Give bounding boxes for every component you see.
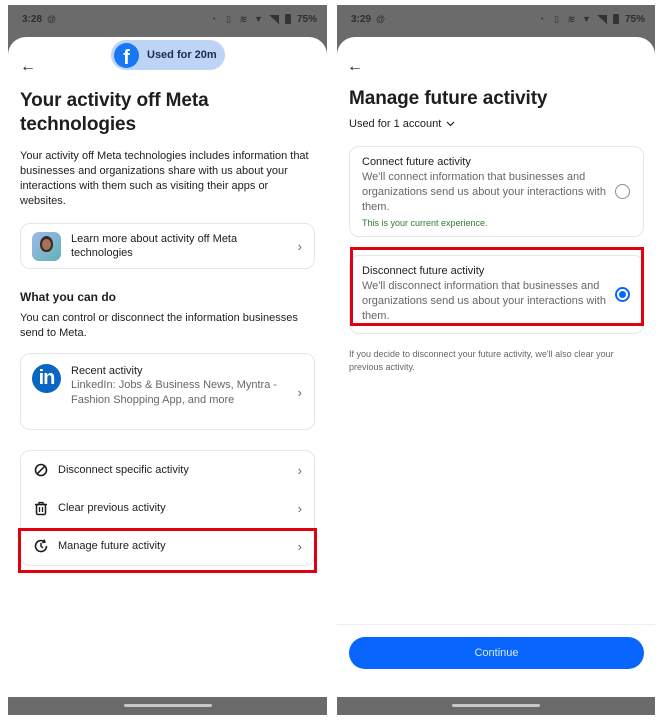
navigation-bar (337, 697, 655, 715)
volte-icon: ≋ (239, 13, 248, 24)
disconnect-radio-button[interactable] (615, 286, 630, 302)
block-icon (33, 462, 49, 478)
main-content: Manage future activity Used for 1 accoun… (349, 87, 644, 374)
disconnect-footnote: If you decide to disconnect your future … (349, 349, 614, 372)
home-gesture-handle[interactable] (452, 704, 540, 707)
recent-activity-card[interactable]: in Recent activity LinkedIn: Jobs & Busi… (20, 353, 315, 430)
chevron-right-icon: › (297, 238, 302, 254)
navigation-bar (8, 697, 327, 715)
trash-icon (33, 500, 49, 516)
right-screen: 3:29 @ ◔ ▯ ≋ ▼ 75% ← Manage future activ… (337, 5, 655, 715)
clock-history-icon (33, 538, 49, 554)
left-screen: 3:28 @ ◔ ▯ ≋ ▼ 75% f Used for 20m ← Your… (8, 5, 327, 715)
back-button[interactable]: ← (20, 59, 36, 75)
section-description: You can control or disconnect the inform… (20, 312, 298, 339)
manage-future-sheet: ← Manage future activity Used for 1 acco… (337, 37, 655, 697)
wifi-icon: ▼ (254, 13, 263, 24)
status-bar: 3:28 @ ◔ ▯ ≋ ▼ 75% (8, 5, 327, 33)
connect-radio-button[interactable] (615, 184, 630, 199)
recent-activity-title: Recent activity (71, 365, 143, 377)
chevron-right-icon: › (297, 538, 302, 554)
page-title: Your activity off Meta technologies (20, 90, 209, 135)
signal-icon (596, 14, 607, 24)
manage-future-activity-item[interactable]: Manage future activity › (21, 527, 314, 565)
chevron-right-icon: › (297, 462, 302, 478)
battery-percent: 75% (624, 13, 645, 25)
facebook-logo-icon: f (114, 42, 139, 68)
threads-icon: @ (47, 13, 56, 24)
action-label: Clear previous activity (58, 502, 166, 514)
arrow-left-icon: ← (347, 58, 363, 75)
home-gesture-handle[interactable] (123, 704, 212, 707)
option-title: Connect future activity (362, 156, 471, 168)
battery-icon (284, 14, 291, 24)
wifi-icon: ▼ (582, 13, 591, 24)
main-content: Your activity off Meta technologies Your… (20, 89, 315, 566)
disconnect-specific-activity-item[interactable]: Disconnect specific activity › (21, 451, 314, 489)
current-experience-note: This is your current experience. (362, 218, 488, 228)
usage-label: Used for 20m (147, 49, 217, 61)
status-time: 3:28 (22, 13, 43, 25)
signal-icon (268, 14, 279, 24)
back-button[interactable]: ← (347, 59, 363, 75)
option-title: Disconnect future activity (362, 265, 485, 277)
account-selector[interactable]: Used for 1 account (349, 118, 455, 130)
learn-more-label: Learn more about activity off Meta techn… (71, 233, 238, 259)
action-label: Disconnect specific activity (58, 464, 189, 476)
connect-future-activity-option[interactable]: Connect future activity We'll connect in… (349, 146, 644, 237)
volte-icon: ≋ (567, 13, 576, 24)
vibrate-icon: ▯ (226, 13, 231, 24)
chevron-right-icon: › (297, 500, 302, 516)
learn-more-card[interactable]: Learn more about activity off Meta techn… (20, 223, 315, 269)
footer-bar: Continue (337, 624, 655, 697)
actions-list: Disconnect specific activity › Clear pre… (20, 450, 315, 566)
option-description: We'll connect information that businesse… (362, 171, 606, 213)
account-selector-label: Used for 1 account (349, 118, 442, 130)
threads-icon: @ (376, 13, 385, 24)
usage-time-pill: f Used for 20m (111, 40, 225, 70)
clear-previous-activity-item[interactable]: Clear previous activity › (21, 489, 314, 527)
section-title: What you can do (20, 290, 116, 304)
disconnect-future-activity-option[interactable]: Disconnect future activity We'll disconn… (349, 255, 644, 334)
status-time: 3:29 (351, 13, 372, 25)
vibrate-icon: ▯ (554, 13, 559, 24)
battery-percent: 75% (296, 13, 317, 25)
avatar-illustration-icon (32, 231, 61, 261)
option-description: We'll disconnect information that busine… (362, 280, 606, 322)
page-title: Manage future activity (349, 88, 548, 109)
continue-button[interactable]: Continue (349, 637, 644, 669)
arrow-left-icon: ← (20, 58, 36, 75)
chevron-down-icon (446, 118, 455, 130)
action-label: Manage future activity (58, 540, 166, 552)
linkedin-logo-icon: in (32, 364, 61, 393)
battery-icon (612, 14, 619, 24)
recent-activity-subtitle: LinkedIn: Jobs & Business News, Myntra -… (71, 379, 278, 406)
chevron-right-icon: › (297, 385, 302, 400)
status-bar: 3:29 @ ◔ ▯ ≋ ▼ 75% (337, 5, 655, 33)
alarm-icon: ◔ (210, 13, 217, 24)
activity-sheet: f Used for 20m ← Your activity off Meta … (8, 37, 327, 697)
page-description: Your activity off Meta technologies incl… (20, 150, 309, 207)
alarm-icon: ◔ (538, 13, 545, 24)
